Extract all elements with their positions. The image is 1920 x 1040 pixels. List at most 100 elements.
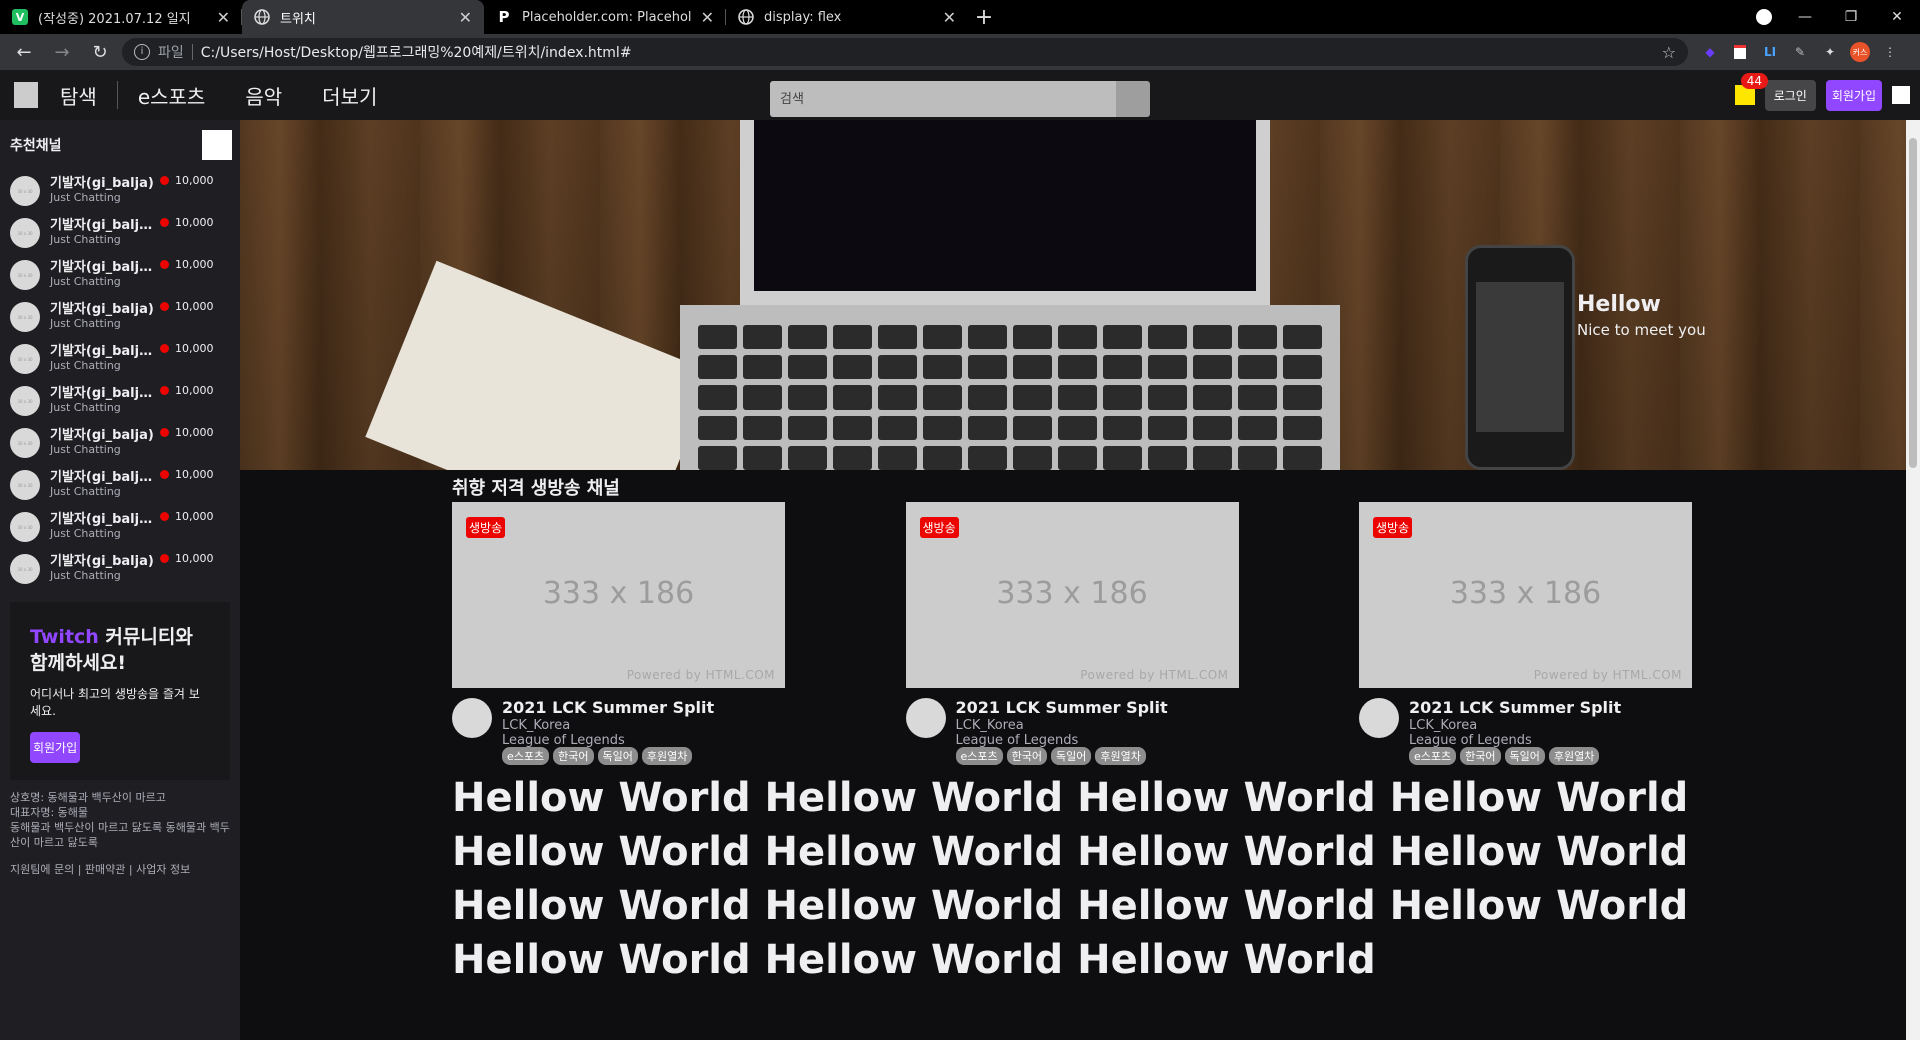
tag[interactable]: 독일어 bbox=[1504, 747, 1545, 765]
tab-close-icon[interactable]: ✕ bbox=[459, 8, 472, 27]
browser-tab-2[interactable]: 트위치 ✕ bbox=[242, 0, 484, 34]
channel-name: 기발자(gi_balja... bbox=[50, 386, 160, 401]
tag[interactable]: 독일어 bbox=[597, 747, 638, 765]
stream-thumbnail[interactable]: 생방송 333 x 186 Powered by HTML.COM bbox=[905, 502, 1239, 688]
browser-tab-3[interactable]: P Placeholder.com: Placeholder.co ✕ bbox=[484, 0, 726, 34]
forward-icon[interactable]: → bbox=[46, 38, 78, 66]
viewer-count: 10,000 bbox=[160, 426, 214, 439]
search-box bbox=[770, 81, 1150, 117]
avatar: 30 x 30 bbox=[10, 260, 40, 290]
extension-diamond-icon[interactable]: ◆ bbox=[1700, 42, 1720, 62]
channel-item[interactable]: 30 x 30 기발자(gi_balja... Just Chatting 10,00… bbox=[10, 214, 230, 256]
browser-tab-4[interactable]: display: flex ✕ bbox=[726, 0, 968, 34]
channel-name: 기발자(gi_balja) bbox=[50, 554, 154, 569]
stream-channel[interactable]: LCK_Korea bbox=[502, 718, 714, 733]
extension-li-icon[interactable]: LI bbox=[1760, 42, 1780, 62]
avatar[interactable] bbox=[905, 698, 946, 738]
channel-item[interactable]: 30 x 30 기발자(gi_balja) Just Chatting 10,000 bbox=[10, 424, 230, 466]
tag[interactable]: 후원열차 bbox=[1095, 747, 1146, 765]
channel-item[interactable]: 30 x 30 기발자(gi_balja... Just Chatting 10,00… bbox=[10, 382, 230, 424]
channel-category: Just Chatting bbox=[50, 317, 121, 330]
avatar: 30 x 30 bbox=[10, 344, 40, 374]
info-icon[interactable]: i bbox=[134, 44, 150, 60]
sidebar-footer: 상호명: 동해물과 백두산이 마르고 대표자명: 동해물 동해물과 백두산이 마… bbox=[10, 790, 230, 877]
promo-signup-button[interactable]: 회원가입 bbox=[30, 732, 81, 763]
scrollbar[interactable] bbox=[1906, 120, 1920, 1040]
sidebar-title: 추천채널 bbox=[10, 138, 62, 154]
tab-favicon-p: P bbox=[498, 8, 510, 26]
stream-card[interactable]: 생방송 333 x 186 Powered by HTML.COM 2021 LCK … bbox=[1359, 502, 1692, 765]
stream-tags: e스포츠 한국어 독일어 후원열차 bbox=[502, 747, 714, 765]
extension-page-icon[interactable] bbox=[1730, 42, 1750, 62]
stream-card[interactable]: 생방송 333 x 186 Powered by HTML.COM 2021 LCK … bbox=[905, 502, 1239, 765]
close-window-icon[interactable]: ✕ bbox=[1874, 9, 1920, 25]
profile-avatar[interactable]: 커스 bbox=[1850, 42, 1870, 62]
tab-close-icon[interactable]: ✕ bbox=[701, 8, 714, 27]
nav-explore[interactable]: 탐색 bbox=[58, 81, 117, 110]
stream-channel[interactable]: LCK_Korea bbox=[956, 718, 1168, 733]
stream-game[interactable]: League of Legends bbox=[1409, 733, 1621, 748]
stream-game[interactable]: League of Legends bbox=[502, 733, 714, 748]
tag[interactable]: 독일어 bbox=[1051, 747, 1092, 765]
tag[interactable]: 후원열차 bbox=[1548, 747, 1600, 765]
stream-thumbnail[interactable]: 생방송 333 x 186 Powered by HTML.COM bbox=[452, 502, 785, 688]
tag[interactable]: 한국어 bbox=[553, 747, 594, 765]
channel-item[interactable]: 30 x 30 기발자(gi_balja) Just Chatting 10,000 bbox=[10, 172, 230, 214]
tag[interactable]: e스포츠 bbox=[502, 747, 550, 765]
minimize-icon[interactable]: — bbox=[1782, 9, 1828, 25]
footer-ceo: 대표자명: 동해물 bbox=[10, 806, 89, 819]
tab-close-icon[interactable]: ✕ bbox=[217, 8, 230, 27]
download-icon[interactable] bbox=[1746, 9, 1782, 25]
bookmark-star-icon[interactable]: ☆ bbox=[1662, 43, 1676, 62]
nav-esports[interactable]: e스포츠 bbox=[118, 81, 226, 110]
user-menu-icon[interactable] bbox=[1892, 86, 1910, 104]
tag[interactable]: e스포츠 bbox=[955, 747, 1003, 765]
signup-button[interactable]: 회원가입 bbox=[1825, 79, 1882, 111]
reload-icon[interactable]: ↻ bbox=[84, 38, 116, 66]
footer-links[interactable]: 지원팀에 문의 | 판매약관 | 사업자 정보 bbox=[10, 862, 230, 877]
search-input[interactable] bbox=[770, 81, 1116, 117]
channel-item[interactable]: 30 x 30 기발자(gi_balja) Just Chatting 10,000 bbox=[10, 550, 230, 592]
channel-item[interactable]: 30 x 30 기발자(gi_balja... Just Chatting 10,00… bbox=[10, 508, 230, 550]
stream-game[interactable]: League of Legends bbox=[956, 733, 1168, 748]
channel-item[interactable]: 30 x 30 기발자(gi_balja... Just Chatting 10,00… bbox=[10, 256, 230, 298]
avatar: 30 x 30 bbox=[10, 386, 40, 416]
stream-card[interactable]: 생방송 333 x 186 Powered by HTML.COM 2021 LCK … bbox=[452, 502, 785, 765]
menu-kebab-icon[interactable]: ⋮ bbox=[1880, 42, 1900, 62]
notification-icon[interactable]: 44 bbox=[1734, 73, 1768, 105]
tab-close-icon[interactable]: ✕ bbox=[943, 8, 956, 27]
channel-category: Just Chatting bbox=[50, 359, 121, 372]
sidebar-collapse-button[interactable] bbox=[202, 130, 232, 160]
avatar[interactable] bbox=[1359, 698, 1399, 738]
back-icon[interactable]: ← bbox=[8, 38, 40, 66]
channel-category: Just Chatting bbox=[50, 485, 121, 498]
tag[interactable]: 한국어 bbox=[1006, 747, 1048, 765]
stream-title[interactable]: 2021 LCK Summer Split bbox=[1409, 698, 1621, 717]
nav-more[interactable]: 더보기 bbox=[302, 81, 397, 110]
stream-title[interactable]: 2021 LCK Summer Split bbox=[502, 698, 714, 717]
stream-thumbnail[interactable]: 생방송 333 x 186 Powered by HTML.COM bbox=[1359, 502, 1692, 688]
tag[interactable]: 한국어 bbox=[1460, 747, 1501, 765]
extension-pen-icon[interactable]: ✎ bbox=[1790, 42, 1810, 62]
tag[interactable]: e스포츠 bbox=[1409, 747, 1457, 765]
login-button[interactable]: 로그인 bbox=[1764, 79, 1816, 111]
address-bar[interactable]: i 파일 C:/Users/Host/Desktop/웹프로그래밍%20예제/트… bbox=[122, 38, 1688, 66]
channel-name: 기발자(gi_balja... bbox=[50, 344, 160, 359]
thumbnail-size-text: 333 x 186 bbox=[996, 576, 1148, 611]
browser-tab-1[interactable]: V (작성중) 2021.07.12 일지 ✕ bbox=[0, 0, 242, 34]
viewer-count: 10,000 bbox=[160, 384, 214, 397]
address-url[interactable]: C:/Users/Host/Desktop/웹프로그래밍%20예제/트위치/in… bbox=[201, 42, 1654, 62]
stream-title[interactable]: 2021 LCK Summer Split bbox=[956, 698, 1168, 717]
extensions-puzzle-icon[interactable]: ✦ bbox=[1820, 42, 1840, 62]
avatar[interactable] bbox=[452, 698, 492, 738]
new-tab-button[interactable]: + bbox=[968, 0, 1000, 34]
restore-icon[interactable]: ❐ bbox=[1828, 9, 1874, 25]
nav-music[interactable]: 음악 bbox=[225, 81, 302, 110]
channel-item[interactable]: 30 x 30 기발자(gi_balja... Just Chatting 10,00… bbox=[10, 466, 230, 508]
stream-channel[interactable]: LCK_Korea bbox=[1409, 718, 1621, 733]
search-button[interactable] bbox=[1116, 81, 1150, 117]
tag[interactable]: 후원열차 bbox=[641, 747, 693, 765]
channel-item[interactable]: 30 x 30 기발자(gi_balja... Just Chatting 10,00… bbox=[10, 340, 230, 382]
channel-item[interactable]: 30 x 30 기발자(gi_balja) Just Chatting 10,000 bbox=[10, 298, 230, 340]
site-logo[interactable] bbox=[14, 82, 38, 108]
